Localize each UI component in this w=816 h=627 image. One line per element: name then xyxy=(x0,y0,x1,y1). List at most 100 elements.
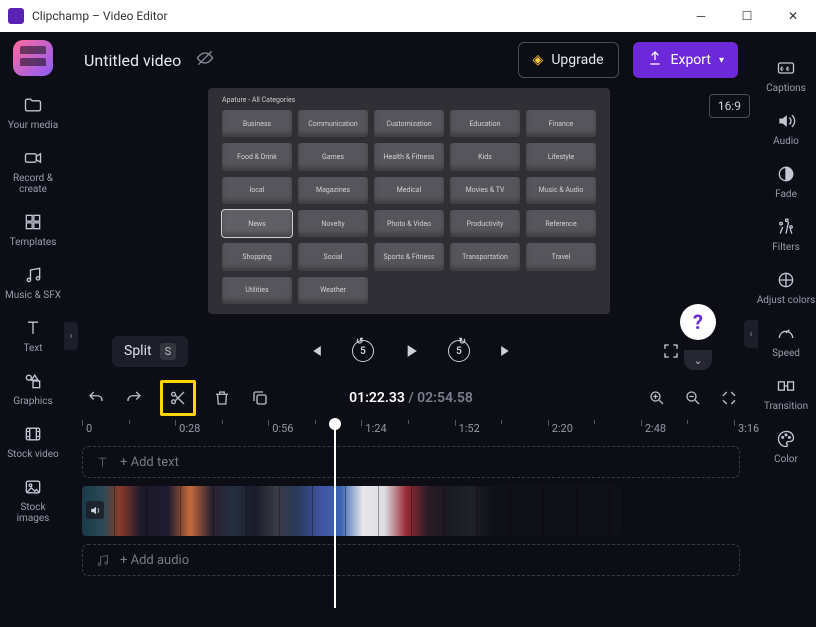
upgrade-button[interactable]: ◈ Upgrade xyxy=(518,42,619,78)
project-title[interactable]: Untitled video xyxy=(84,51,181,70)
rail-label: Music & SFX xyxy=(5,290,61,301)
rail-speed[interactable]: Speed xyxy=(756,315,816,366)
toolbar: 01:22.33 / 02:54.58 xyxy=(66,378,756,418)
collapse-right-button[interactable]: ‹ xyxy=(744,320,758,348)
adjust-icon xyxy=(775,269,797,291)
playhead[interactable] xyxy=(334,420,336,608)
add-text-label: + Add text xyxy=(120,455,179,470)
image-icon xyxy=(22,476,44,498)
collapse-left-button[interactable]: › xyxy=(64,322,78,350)
video-track[interactable] xyxy=(82,486,740,536)
split-tooltip-key: S xyxy=(160,343,177,360)
fullscreen-button[interactable] xyxy=(660,340,682,362)
split-button-highlighted[interactable] xyxy=(160,380,196,416)
zoom-fit-button[interactable] xyxy=(718,387,740,409)
timecode-total: 02:54.58 xyxy=(417,390,473,406)
film-icon xyxy=(22,423,44,445)
rail-label: Transition xyxy=(764,401,808,412)
export-button[interactable]: Export ▾ xyxy=(633,42,738,78)
play-button[interactable] xyxy=(400,340,422,362)
delete-button[interactable] xyxy=(210,386,234,410)
palette-icon xyxy=(775,428,797,450)
preview-grid: BusinessCommunicationCustomizationEducat… xyxy=(222,110,596,304)
undo-button[interactable] xyxy=(84,386,108,410)
audio-track-placeholder[interactable]: + Add audio xyxy=(82,544,740,576)
left-rail: Your media Record & create Templates Mus… xyxy=(0,32,66,627)
rail-record-create[interactable]: Record & create xyxy=(3,141,63,201)
ruler-tick: 1:24 xyxy=(365,422,386,435)
ruler-tick-minor: . xyxy=(226,422,229,435)
rail-label: Fade xyxy=(775,189,797,200)
minimize-button[interactable]: ─ xyxy=(678,0,724,32)
rail-your-media[interactable]: Your media xyxy=(3,88,63,137)
ruler-tick: 2:20 xyxy=(552,422,573,435)
ruler-tick-minor: . xyxy=(598,422,601,435)
folder-icon xyxy=(22,94,44,116)
redo-button[interactable] xyxy=(122,386,146,410)
close-button[interactable]: ✕ xyxy=(770,0,816,32)
rail-label: Templates xyxy=(10,237,57,248)
timeline[interactable]: + Add text + Add audio xyxy=(82,446,740,600)
ruler-tick-minor: . xyxy=(505,422,508,435)
ruler-tick-minor: . xyxy=(319,422,322,435)
preview-tile: Business xyxy=(222,110,292,137)
preview-tile: Magazines xyxy=(298,177,368,204)
rail-color[interactable]: Color xyxy=(756,421,816,472)
captions-icon xyxy=(775,57,797,79)
export-label: Export xyxy=(671,52,711,68)
rewind-5s-button[interactable]: ↺5 xyxy=(352,340,374,362)
rail-fade[interactable]: Fade xyxy=(756,156,816,207)
rail-stock-video[interactable]: Stock video xyxy=(3,417,63,466)
rail-graphics[interactable]: Graphics xyxy=(3,364,63,413)
copy-button[interactable] xyxy=(248,386,272,410)
text-track-placeholder[interactable]: + Add text xyxy=(82,446,740,478)
rail-label: Record & create xyxy=(3,173,63,195)
preview-collapse-button[interactable]: ⌄ xyxy=(684,350,712,370)
aspect-ratio-button[interactable]: 16:9 xyxy=(709,94,750,118)
graphics-icon xyxy=(22,370,44,392)
brand-icon xyxy=(13,40,53,76)
preview-tile: Health & Fitness xyxy=(374,143,444,170)
help-button[interactable]: ? xyxy=(680,304,716,340)
camera-icon xyxy=(22,147,44,169)
preview-canvas[interactable]: Apature - All Categories BusinessCommuni… xyxy=(208,88,610,314)
next-frame-button[interactable] xyxy=(496,340,518,362)
maximize-button[interactable]: ☐ xyxy=(724,0,770,32)
timecode: 01:22.33 / 02:54.58 xyxy=(349,390,473,406)
prev-frame-button[interactable] xyxy=(304,340,326,362)
rail-music-sfx[interactable]: Music & SFX xyxy=(3,258,63,307)
upload-icon xyxy=(647,50,663,70)
video-clip[interactable] xyxy=(82,486,622,536)
preview-tile: Transportation xyxy=(450,243,520,270)
preview-tile: Sports & Fitness xyxy=(374,243,444,270)
music-icon xyxy=(22,264,44,286)
forward-5s-button[interactable]: ↻5 xyxy=(448,340,470,362)
ruler-tick: 3:16 xyxy=(738,422,759,435)
rail-text[interactable]: Text xyxy=(3,311,63,360)
add-audio-label: + Add audio xyxy=(120,553,189,568)
clip-audio-icon[interactable] xyxy=(86,501,104,519)
visibility-off-icon[interactable] xyxy=(195,48,215,72)
chevron-down-icon: ▾ xyxy=(719,55,724,66)
preview-tile: Travel xyxy=(526,243,596,270)
fade-icon xyxy=(775,163,797,185)
rail-label: Text xyxy=(23,343,42,354)
upgrade-label: Upgrade xyxy=(551,52,603,68)
timeline-ruler[interactable]: 0.0:28.0:56.1:24.1:52.2:20.2:48.3:16 xyxy=(82,418,740,442)
zoom-out-button[interactable] xyxy=(682,387,704,409)
preview-tile: News xyxy=(222,210,292,237)
rail-adjust-colors[interactable]: Adjust colors xyxy=(756,262,816,313)
rail-stock-images[interactable]: Stock images xyxy=(3,470,63,530)
preview-tile: Reference xyxy=(526,210,596,237)
rail-filters[interactable]: Filters xyxy=(756,209,816,260)
preview-row: Apature - All Categories BusinessCommuni… xyxy=(66,88,756,324)
rail-label: Color xyxy=(774,454,798,465)
rail-transition[interactable]: Transition xyxy=(756,368,816,419)
rail-audio[interactable]: Audio xyxy=(756,103,816,154)
preview-tile: Medical xyxy=(374,177,444,204)
rail-captions[interactable]: Captions xyxy=(756,50,816,101)
preview-tile: Shopping xyxy=(222,243,292,270)
rail-templates[interactable]: Templates xyxy=(3,205,63,254)
ruler-tick: 0:28 xyxy=(179,422,200,435)
zoom-in-button[interactable] xyxy=(646,387,668,409)
